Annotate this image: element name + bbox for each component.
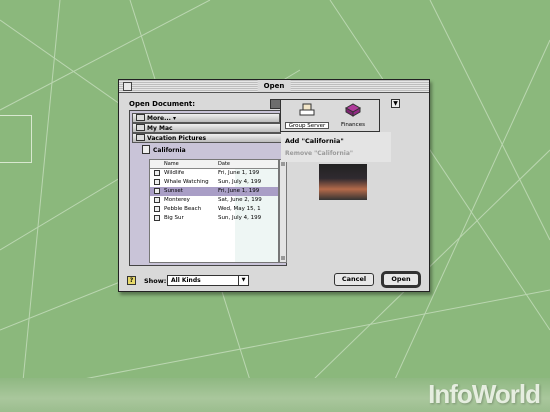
picture-file-icon <box>154 197 160 203</box>
window-title: Open <box>257 80 291 92</box>
vertical-scrollbar[interactable] <box>279 159 287 263</box>
picture-file-icon <box>154 170 160 176</box>
picture-file-icon <box>154 206 160 212</box>
picture-file-icon <box>154 188 160 194</box>
open-dialog: Open Open Document: ▼ More... ▾ My Mac V… <box>118 79 430 292</box>
computer-icon <box>136 124 145 131</box>
table-row[interactable]: Big Sur Sun, July 4, 199 <box>150 214 278 223</box>
table-row[interactable]: Wildlife Fri, June 1, 199 <box>150 169 278 178</box>
breadcrumb-vacation-pictures[interactable]: Vacation Pictures <box>132 133 284 143</box>
picture-file-icon <box>154 215 160 221</box>
table-row[interactable]: Pebble Beach Wed, May 15, 1 <box>150 205 278 214</box>
table-row[interactable]: Monterey Sat, June 2, 199 <box>150 196 278 205</box>
chevron-down-icon: ▼ <box>238 276 248 285</box>
breadcrumb-my-mac[interactable]: My Mac <box>132 123 282 133</box>
breadcrumb-more[interactable]: More... ▾ <box>132 113 280 123</box>
server-group-server[interactable]: Group Server <box>285 103 329 129</box>
help-icon[interactable]: ? <box>127 276 136 285</box>
server-finances[interactable]: Finances <box>331 103 375 129</box>
open-button[interactable]: Open <box>383 273 419 286</box>
chevron-down-icon[interactable]: ▼ <box>391 99 400 108</box>
current-folder: California <box>140 144 280 157</box>
table-row[interactable]: Whale Watching Sun, July 4, 199 <box>150 178 278 187</box>
folder-icon <box>136 134 145 141</box>
background-frame <box>0 115 32 163</box>
scroll-up-arrow[interactable] <box>281 162 285 166</box>
cancel-button[interactable]: Cancel <box>334 273 374 286</box>
show-select[interactable]: All Kinds ▼ <box>167 275 249 286</box>
menu-item-add[interactable]: Add "California" <box>285 137 344 145</box>
menu-item-remove[interactable]: Remove "California" <box>285 150 353 157</box>
column-header-name[interactable]: Name <box>164 160 179 168</box>
picture-file-icon <box>154 179 160 185</box>
server-dropdown: Group Server Finances <box>280 99 380 132</box>
title-bar[interactable]: Open <box>119 80 429 93</box>
scroll-down-arrow[interactable] <box>281 256 285 260</box>
column-header-date[interactable]: Date <box>218 160 230 168</box>
file-list-panel: More... ▾ My Mac Vacation Pictures Calif… <box>129 110 287 266</box>
show-label: Show: <box>144 277 167 285</box>
infoworld-watermark: InfoWorld <box>428 379 541 409</box>
open-folder-icon <box>142 145 150 154</box>
server-icon <box>299 103 315 116</box>
table-header: Name Date <box>150 160 278 169</box>
file-table: Name Date Wildlife Fri, June 1, 199 Whale… <box>149 159 279 263</box>
folder-icon <box>136 114 145 121</box>
open-document-label: Open Document: <box>129 100 196 108</box>
favorites-menu: Add "California" Remove "California" <box>281 132 391 162</box>
folder-icon <box>344 103 362 117</box>
close-box[interactable] <box>123 82 132 91</box>
preview-image <box>319 164 367 200</box>
table-row-selected[interactable]: Sunset Fri, June 1, 199 <box>150 187 278 196</box>
